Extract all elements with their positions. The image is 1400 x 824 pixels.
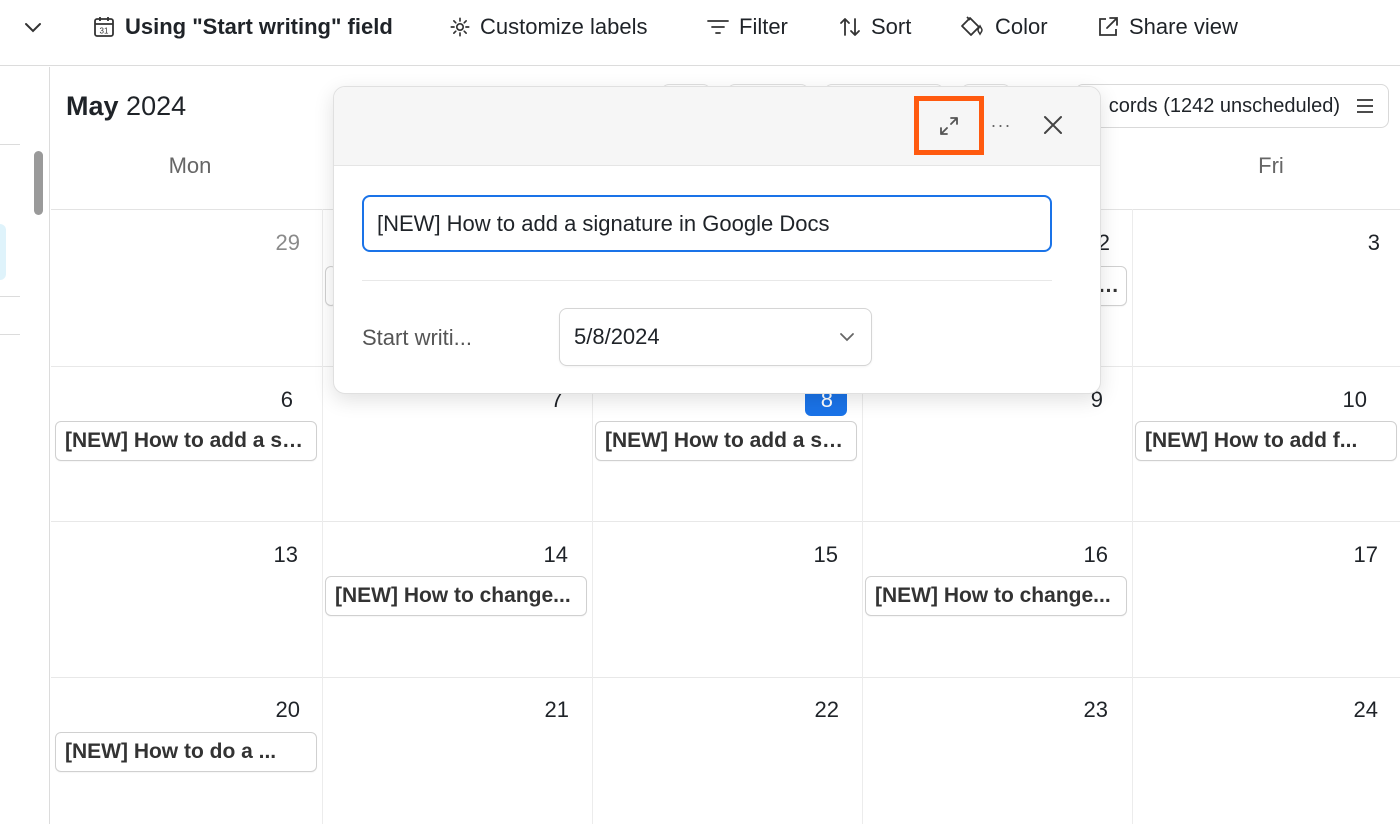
share-view-label: Share view: [1129, 14, 1238, 39]
event-card[interactable]: [NEW] How to add a signature in Google D…: [55, 421, 317, 461]
date-field-label: Using "Start writing" field: [125, 14, 393, 39]
close-popover-button[interactable]: [1037, 109, 1069, 141]
weekday-header-fri: Fri: [1258, 153, 1284, 178]
day-number: 20: [275, 697, 300, 722]
records-button[interactable]: cords (1242 unscheduled): [1075, 84, 1389, 128]
event-card[interactable]: [NEW] How to change...: [325, 576, 587, 616]
close-icon: [1044, 116, 1062, 134]
grid-divider: [322, 209, 323, 824]
sidebar-divider: [0, 144, 20, 145]
search-partial-icon[interactable]: [0, 0, 4, 54]
grid-divider: [1132, 209, 1133, 824]
date-value: 5/8/2024: [574, 324, 660, 349]
filter-button[interactable]: Filter: [706, 0, 788, 54]
color-label: Color: [995, 14, 1048, 39]
customize-labels-button[interactable]: Customize labels: [449, 0, 648, 54]
sort-button[interactable]: Sort: [838, 0, 911, 54]
share-icon: [1099, 17, 1118, 36]
grid-divider: [51, 521, 1400, 522]
calendar-icon: 31: [94, 17, 114, 37]
day-number: 6: [280, 387, 293, 412]
color-button[interactable]: Color: [958, 0, 1048, 54]
more-icon: ···: [990, 114, 1012, 135]
day-number: 17: [1353, 542, 1378, 567]
chevron-down-icon: [840, 333, 854, 342]
view-dropdown-chevron[interactable]: [22, 0, 44, 54]
day-number: 15: [813, 542, 838, 567]
day-number: 21: [544, 697, 569, 722]
popover-header: ···: [334, 87, 1100, 166]
expand-record-button[interactable]: [914, 96, 984, 155]
sidebar-divider: [0, 334, 20, 335]
day-number: 13: [273, 542, 298, 567]
record-title-input[interactable]: [362, 195, 1052, 252]
sidebar-scrollbar[interactable]: [34, 151, 43, 215]
weekday-header-mon: Mon: [168, 153, 212, 178]
sidebar: [0, 67, 50, 824]
popover-divider: [362, 280, 1052, 281]
sort-icon: [840, 18, 860, 36]
sort-label: Sort: [871, 14, 912, 39]
day-number: 22: [814, 697, 839, 722]
customize-labels-label: Customize labels: [480, 14, 648, 39]
date-field-button[interactable]: 31 Using "Start writing" field: [92, 0, 393, 54]
event-card[interactable]: [NEW] How to change...: [865, 576, 1127, 616]
paint-bucket-icon: [961, 16, 983, 36]
filter-icon: [707, 20, 729, 34]
expand-icon: [940, 116, 958, 135]
event-card[interactable]: [NEW] How to do a ...: [55, 732, 317, 772]
day-number: 16: [1083, 542, 1108, 567]
more-options-button[interactable]: ···: [988, 109, 1014, 141]
gear-icon: [450, 17, 470, 37]
share-view-button[interactable]: Share view: [1096, 0, 1238, 54]
records-label: cords (1242 unscheduled): [1108, 94, 1340, 117]
month-year: 2024: [126, 91, 187, 121]
chevron-down-icon: [25, 23, 41, 33]
day-number: 24: [1353, 697, 1378, 722]
day-number: 29: [275, 230, 300, 255]
month-title: May 2024: [66, 91, 186, 122]
month-name: May: [66, 91, 119, 121]
grid-divider: [51, 677, 1400, 678]
day-number: 23: [1083, 697, 1108, 722]
event-card[interactable]: [NEW] How to add a signature in Google D…: [595, 421, 857, 461]
record-popover: ··· Start writi... 5/8/2024: [333, 86, 1101, 394]
start-writing-date-select[interactable]: 5/8/2024: [559, 308, 872, 366]
view-toolbar: 31 Using "Start writing" field Customize…: [0, 0, 1400, 66]
day-number: 14: [543, 542, 568, 567]
day-number: 3: [1367, 230, 1380, 255]
sidebar-divider: [0, 296, 20, 297]
event-card[interactable]: [NEW] How to add f...: [1135, 421, 1397, 461]
sidebar-item-active[interactable]: [0, 224, 6, 280]
filter-label: Filter: [739, 14, 788, 39]
svg-text:31: 31: [100, 27, 109, 36]
list-icon: [1357, 99, 1373, 113]
start-writing-field-label: Start writi...: [362, 325, 473, 350]
day-number: 10: [1342, 387, 1367, 412]
